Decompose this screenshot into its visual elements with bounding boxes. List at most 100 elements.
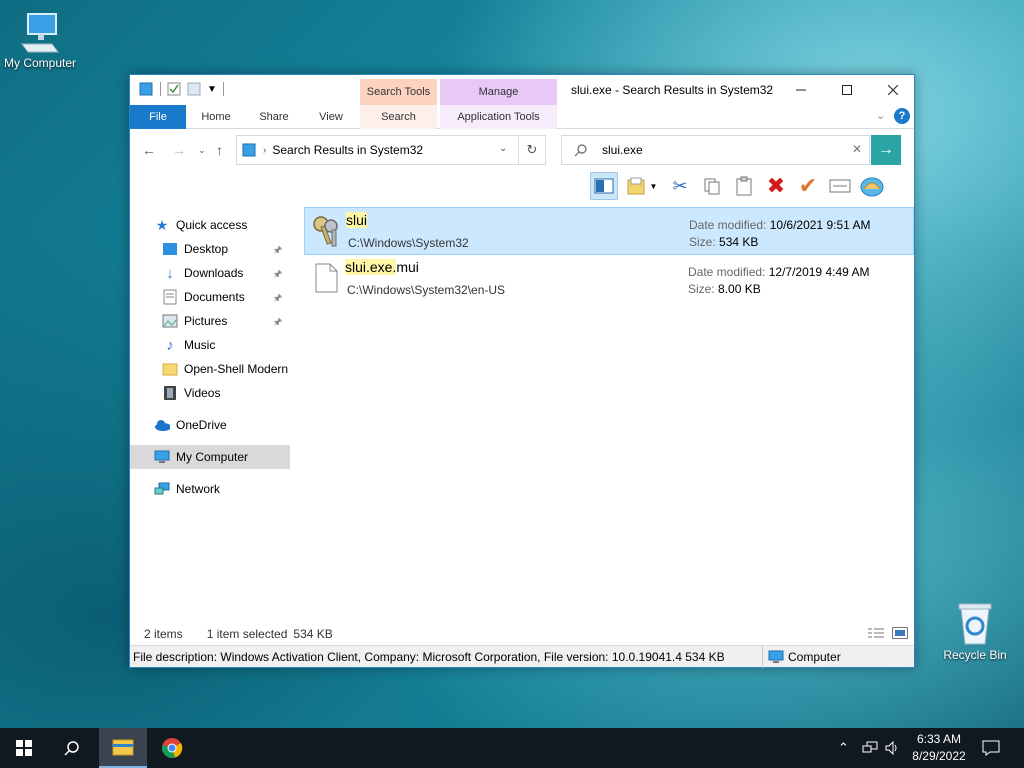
new-folder-icon[interactable]	[187, 82, 201, 96]
result-item[interactable]: slui.exe.mui C:\Windows\System32\en-US D…	[304, 255, 914, 303]
search-icon	[574, 144, 587, 157]
folder-options-icon	[627, 177, 645, 195]
check-button[interactable]: ✔	[794, 172, 822, 200]
contextual-group-manage: Manage	[440, 79, 557, 105]
system-clock[interactable]: 6:33 AM 8/29/2022	[904, 731, 974, 765]
sidebar-item-downloads[interactable]: ↓ Downloads 🖈	[130, 261, 290, 285]
tab-home[interactable]: Home	[186, 105, 246, 129]
tab-search[interactable]: Search	[360, 105, 437, 129]
refresh-button[interactable]: ↻	[518, 135, 546, 165]
search-input[interactable]: slui.exe	[602, 143, 643, 157]
result-name-match: slui	[346, 212, 368, 228]
result-name-rest: mui	[396, 259, 419, 275]
computer-icon	[154, 449, 170, 465]
taskbar-chrome[interactable]	[148, 728, 196, 768]
sidebar-item-network[interactable]: Network	[130, 477, 290, 501]
address-bar[interactable]: › Search Results in System32 ⌄	[236, 135, 546, 165]
result-size: Size: 8.00 KB	[688, 282, 761, 296]
sidebar-item-onedrive[interactable]: OneDrive	[130, 413, 290, 437]
volume-tray[interactable]	[885, 728, 901, 768]
action-center-button[interactable]	[982, 728, 1000, 768]
chevron-up-icon: ⌃	[838, 740, 849, 755]
details-view-icon[interactable]	[868, 627, 884, 642]
close-button[interactable]	[870, 75, 916, 105]
desktop-icon-my-computer[interactable]: My Computer	[0, 10, 80, 70]
result-item[interactable]: slui C:\Windows\System32 Date modified: …	[304, 207, 914, 255]
sidebar-item-label: Desktop	[184, 242, 229, 256]
desktop-icon-recycle-bin[interactable]: Recycle Bin	[935, 600, 1015, 662]
customize-dropdown-icon[interactable]: ▼	[207, 84, 217, 95]
search-field[interactable]: slui.exe ✕	[561, 135, 870, 165]
tab-view[interactable]: View	[302, 105, 360, 129]
paste-button[interactable]	[730, 172, 758, 200]
address-dropdown-icon[interactable]: ⌄	[499, 143, 507, 154]
pin-icon[interactable]: 🖈	[273, 315, 282, 332]
contextual-group-search-tools: Search Tools	[360, 79, 437, 105]
expand-ribbon-icon[interactable]: ⌄	[876, 109, 885, 122]
pin-icon[interactable]: 🖈	[273, 267, 282, 284]
date-value: 10/6/2021 9:51 AM	[769, 218, 871, 232]
preview-pane-icon	[594, 178, 614, 194]
large-icons-view-icon[interactable]	[892, 627, 908, 642]
navigation-pane: ★ Quick access Desktop 🖈 ↓ Downloads 🖈 D…	[130, 213, 290, 613]
cut-button[interactable]: ✂	[666, 172, 694, 200]
tab-share[interactable]: Share	[246, 105, 302, 129]
desktop-icon-label: Recycle Bin	[943, 648, 1007, 662]
result-path: C:\Windows\System32\en-US	[347, 283, 506, 297]
preview-pane-button[interactable]	[590, 172, 618, 200]
maximize-button[interactable]	[824, 75, 870, 105]
sidebar-item-desktop[interactable]: Desktop 🖈	[130, 237, 290, 261]
documents-icon	[162, 289, 178, 305]
network-icon	[154, 481, 170, 497]
start-button[interactable]	[0, 728, 48, 768]
taskbar-file-explorer[interactable]	[99, 728, 147, 768]
computer-icon	[21, 13, 59, 53]
speaker-icon	[885, 741, 897, 755]
copy-button[interactable]	[698, 172, 726, 200]
back-arrow-icon[interactable]: ←	[142, 142, 156, 158]
tab-application-tools[interactable]: Application Tools	[440, 105, 557, 129]
delete-button[interactable]: ✖	[762, 172, 790, 200]
network-tray-icon	[862, 741, 878, 753]
pin-icon[interactable]: 🖈	[273, 243, 282, 260]
tab-file[interactable]: File	[130, 105, 186, 129]
music-note-icon: ♪	[166, 336, 174, 354]
window-folder-icon	[139, 82, 153, 96]
recycle-bin-icon	[958, 603, 992, 645]
network-tray[interactable]	[862, 728, 880, 768]
download-arrow-icon: ↓	[166, 264, 174, 282]
search-icon	[64, 741, 79, 756]
properties-icon[interactable]	[167, 82, 181, 96]
size-label: Size:	[689, 235, 716, 249]
new-folder-button[interactable]: ▼	[622, 172, 662, 200]
copy-icon	[704, 178, 720, 195]
computer-small-icon	[768, 650, 784, 667]
selection-count: 1 item selected	[206, 627, 288, 641]
open-shell-button[interactable]	[858, 172, 886, 200]
show-hidden-icons[interactable]: ⌃	[838, 728, 849, 768]
separator	[222, 82, 224, 96]
up-arrow-icon[interactable]: ↑	[216, 142, 223, 158]
help-icon[interactable]: ?	[894, 108, 910, 124]
clear-search-icon[interactable]: ✕	[852, 142, 862, 156]
sidebar-item-music[interactable]: ♪ Music	[130, 333, 290, 357]
search-button[interactable]	[48, 728, 96, 768]
recent-locations-icon[interactable]: ⌄	[198, 145, 206, 156]
sidebar-item-label: Pictures	[184, 314, 228, 328]
forward-arrow-icon[interactable]: →	[172, 142, 186, 158]
sidebar-item-open-shell[interactable]: Open-Shell Modern	[130, 357, 290, 381]
sidebar-item-pictures[interactable]: Pictures 🖈	[130, 309, 290, 333]
minimize-button[interactable]	[778, 75, 824, 105]
result-size: Size: 534 KB	[689, 235, 758, 249]
pin-icon[interactable]: 🖈	[273, 291, 282, 308]
sidebar-item-documents[interactable]: Documents 🖈	[130, 285, 290, 309]
sidebar-item-videos[interactable]: Videos	[130, 381, 290, 405]
sidebar-item-quick-access[interactable]: ★ Quick access	[130, 213, 290, 237]
rename-button[interactable]	[826, 172, 854, 200]
notification-icon	[982, 740, 1000, 756]
breadcrumb-chevron-icon[interactable]: ›	[263, 145, 266, 156]
details-bar: File description: Windows Activation Cli…	[130, 645, 914, 668]
search-go-button[interactable]: →	[871, 135, 901, 165]
sidebar-item-my-computer[interactable]: My Computer	[130, 445, 290, 469]
window-title: slui.exe - Search Results in System32	[571, 83, 774, 97]
